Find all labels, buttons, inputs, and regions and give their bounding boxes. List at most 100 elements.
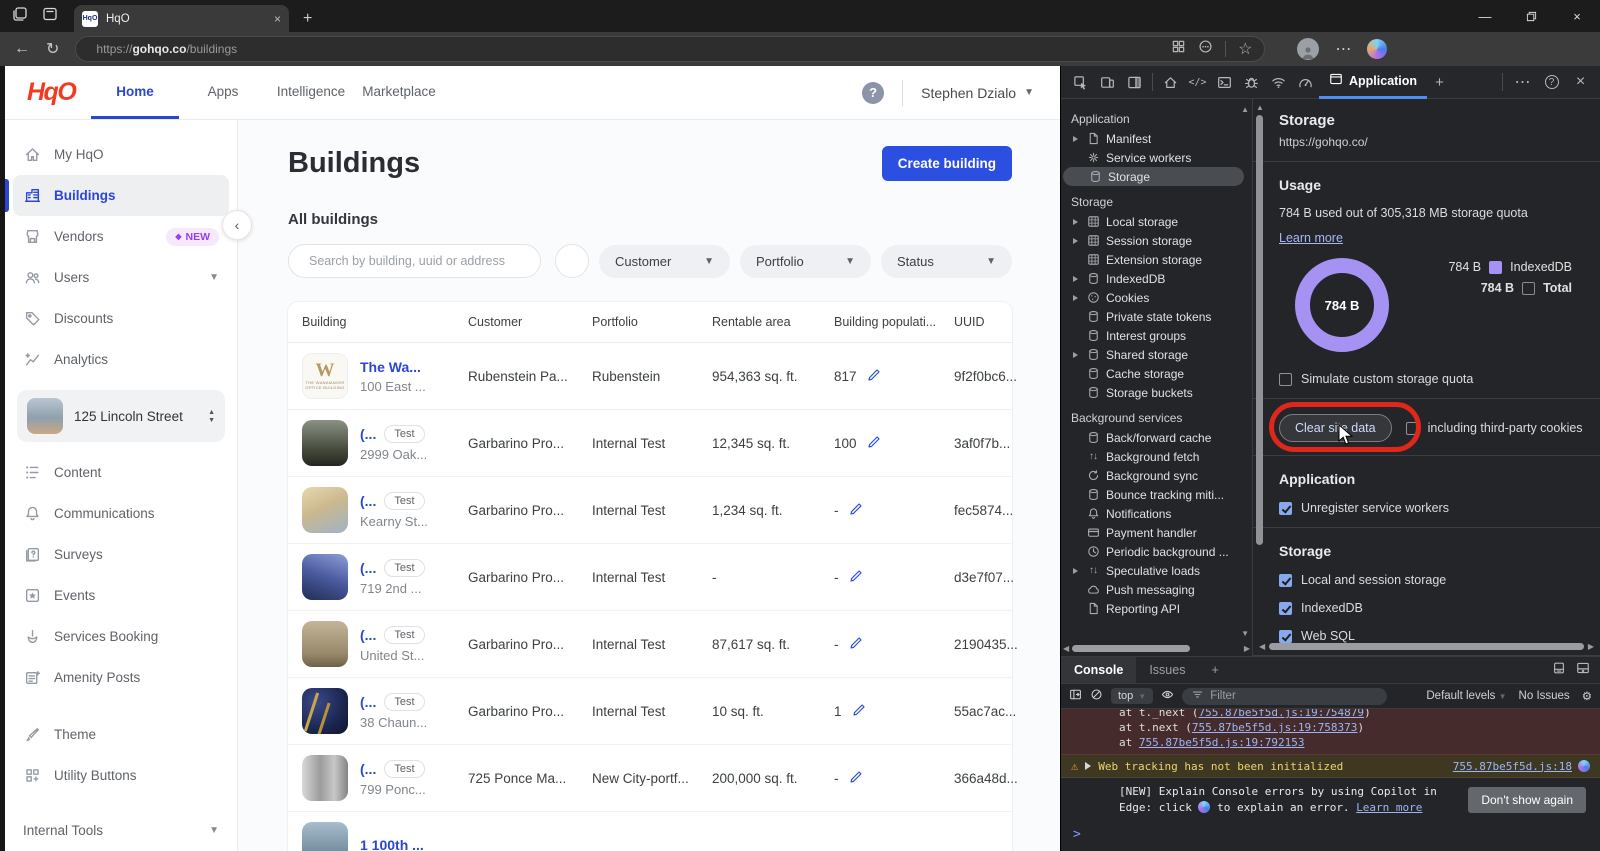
tip-learn-more-link[interactable]: Learn more	[1356, 801, 1422, 814]
checkbox-row-unregister-service-workers[interactable]: Unregister service workers	[1279, 501, 1586, 515]
search-input[interactable]	[309, 254, 528, 268]
devtools-help-icon[interactable]: ?	[1538, 69, 1565, 95]
sidebar-item-my-hqo[interactable]: My HqO	[5, 134, 237, 175]
tree-item-push-messaging[interactable]: Push messaging	[1061, 580, 1244, 599]
expand-triangle-icon[interactable]	[1085, 762, 1092, 770]
sidebar-item-internal-tools[interactable]: Internal Tools ▼	[5, 810, 237, 851]
stack-source-link[interactable]: 755.87be5f5d.js:19:792153	[1139, 736, 1305, 749]
tree-item-storage[interactable]: Storage	[1063, 167, 1244, 186]
tree-item-background-fetch[interactable]: ↑↓ Background fetch	[1061, 447, 1244, 466]
table-row[interactable]: (... Test Kearny St... Garbarino Pro... I…	[288, 477, 1013, 544]
building-name-link[interactable]: (...	[360, 560, 376, 576]
sidebar-item-theme[interactable]: Theme	[5, 714, 237, 755]
inspect-icon[interactable]	[1067, 69, 1094, 95]
tree-item-periodic-background-[interactable]: Periodic background ...	[1061, 542, 1244, 561]
table-row[interactable]: (... Test United St... Garbarino Pro... I…	[288, 611, 1018, 678]
edit-pencil-icon[interactable]	[852, 702, 867, 720]
tree-item-payment-handler[interactable]: Payment handler	[1061, 523, 1244, 542]
building-name-link[interactable]: The Wa...	[360, 359, 421, 375]
application-tab[interactable]: Application	[1319, 66, 1428, 99]
console-tab-icon[interactable]	[1211, 69, 1238, 95]
panel-scroll-up-icon[interactable]: ▲	[1256, 103, 1264, 112]
stack-source-link[interactable]: 755.87be5f5d.js:19:758373	[1192, 721, 1358, 734]
third-party-cookies-row[interactable]: including third-party cookies	[1405, 421, 1583, 435]
sources-tab-icon[interactable]	[1238, 69, 1265, 95]
split-screen-icon[interactable]	[1171, 39, 1186, 59]
tree-item-manifest[interactable]: Manifest	[1061, 129, 1244, 148]
simulate-quota-row[interactable]: Simulate custom storage quota	[1279, 372, 1586, 386]
nav-item[interactable]: Marketplace	[355, 66, 443, 119]
building-name-link[interactable]: (...	[360, 627, 376, 643]
workspaces-icon[interactable]	[12, 6, 28, 27]
restore-button[interactable]	[1508, 0, 1554, 32]
expander-icon[interactable]	[1073, 237, 1078, 244]
reactions-icon[interactable]	[1198, 39, 1213, 59]
source-link[interactable]: 755.87be5f5d.js:18	[1453, 760, 1572, 773]
tree-item-notifications[interactable]: Notifications	[1061, 504, 1244, 523]
tree-item-shared-storage[interactable]: Shared storage	[1061, 345, 1244, 364]
console-tab-console[interactable]: Console	[1061, 657, 1137, 683]
sidebar-item-events[interactable]: Events	[5, 575, 237, 616]
console-tab-issues[interactable]: Issues	[1136, 657, 1198, 683]
tree-scroll-down-icon[interactable]: ▼	[1241, 629, 1249, 638]
table-row[interactable]: (... Test 38 Chaun... Garbarino Pro... In…	[288, 678, 1016, 745]
checkbox-row-indexeddb[interactable]: IndexedDB	[1279, 601, 1586, 615]
minimize-button[interactable]: —	[1462, 0, 1508, 32]
console-filter-input[interactable]: Filter	[1182, 687, 1388, 705]
sidebar-collapse-button[interactable]: ‹	[222, 210, 252, 240]
tree-item-speculative-loads[interactable]: ↑↓ Speculative loads	[1061, 561, 1244, 580]
performance-tab-icon[interactable]	[1292, 69, 1319, 95]
edit-pencil-icon[interactable]	[849, 769, 864, 787]
console-sidebar-icon[interactable]	[1069, 688, 1082, 704]
tree-horizontal-scrollbar[interactable]: ◀ ▶	[1063, 643, 1250, 654]
sidebar-item-utility-buttons[interactable]: Utility Buttons	[5, 755, 237, 796]
network-tab-icon[interactable]	[1265, 69, 1292, 95]
profile-avatar[interactable]	[1297, 38, 1320, 60]
sidebar-item-vendors[interactable]: Vendors ◆ NEW	[5, 216, 237, 257]
expander-icon[interactable]	[1073, 294, 1078, 301]
checkbox-row-local-and-session-storage[interactable]: Local and session storage	[1279, 573, 1586, 587]
dont-show-again-button[interactable]: Don't show again	[1468, 787, 1586, 813]
tree-item-indexeddb[interactable]: IndexedDB	[1061, 269, 1244, 288]
browser-tab[interactable]: HqO HqO ×	[74, 5, 289, 32]
sidebar-item-content[interactable]: Content	[5, 452, 237, 493]
back-icon[interactable]: ←	[14, 40, 30, 58]
user-menu[interactable]: Stephen Dzialo ▼	[921, 85, 1034, 101]
table-row[interactable]: W THE WANAMAKER OFFICE BUILDING The Wa... …	[288, 343, 1017, 410]
tree-item-interest-groups[interactable]: Interest groups	[1061, 326, 1244, 345]
default-levels-dropdown[interactable]: Default levels ▼	[1426, 690, 1506, 702]
devtools-menu-icon[interactable]: ⋯	[1509, 69, 1536, 95]
tree-item-cookies[interactable]: Cookies	[1061, 288, 1244, 307]
create-building-button[interactable]: Create building	[881, 146, 1012, 181]
dock-drawer-icon[interactable]	[1552, 661, 1566, 680]
checkbox[interactable]	[1279, 601, 1292, 615]
help-button[interactable]: ?	[862, 81, 885, 104]
expander-icon[interactable]	[1073, 218, 1078, 225]
building-name-link[interactable]: (...	[360, 493, 376, 509]
sidebar-item-users[interactable]: Users ▼	[5, 257, 237, 298]
context-selector[interactable]: top ▼	[1111, 688, 1154, 704]
expander-icon[interactable]	[1073, 275, 1078, 282]
expander-icon[interactable]	[1073, 351, 1078, 358]
edit-pencil-icon[interactable]	[849, 501, 864, 519]
table-row[interactable]: (... Test 799 Ponc... 725 Ponce Ma... New…	[288, 745, 1018, 812]
new-tab-button[interactable]: +	[303, 5, 312, 32]
stack-source-link[interactable]: 755.87be5f5d.js:19:754879	[1198, 709, 1364, 719]
tree-item-background-sync[interactable]: Background sync	[1061, 466, 1244, 485]
edit-pencil-icon[interactable]	[849, 635, 864, 653]
copilot-icon[interactable]	[1367, 39, 1388, 59]
checkbox[interactable]	[1279, 501, 1292, 515]
third-party-cookies-checkbox[interactable]	[1405, 421, 1419, 435]
close-window-button[interactable]: ×	[1554, 0, 1600, 32]
sidebar-item-services-booking[interactable]: Services Booking	[5, 616, 237, 657]
building-selector[interactable]: 125 Lincoln Street ▲ ▼	[17, 390, 225, 442]
sidebar-item-communications[interactable]: Communications	[5, 493, 237, 534]
sidebar-item-analytics[interactable]: Analytics	[5, 339, 237, 380]
dock-side-icon[interactable]	[1121, 69, 1148, 95]
nav-item[interactable]: Apps	[179, 66, 267, 119]
tab-actions-icon[interactable]	[42, 6, 58, 27]
table-row[interactable]: (... Test 2999 Oak... Garbarino Pro... In…	[288, 410, 1012, 477]
tree-item-service-workers[interactable]: Service workers	[1061, 148, 1244, 167]
more-tabs-button[interactable]: +	[1427, 74, 1452, 91]
expander-icon[interactable]	[1073, 567, 1078, 574]
